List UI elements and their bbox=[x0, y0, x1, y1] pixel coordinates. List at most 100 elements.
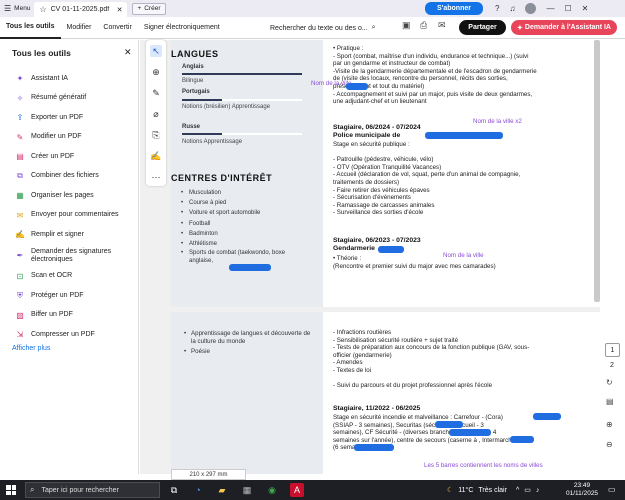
tab-edit[interactable]: Modifier bbox=[61, 17, 98, 39]
interests-heading: CENTRES D'INTÉRÊT bbox=[171, 173, 273, 183]
sidebar-item-combine[interactable]: ⧉ Combiner des fichiers bbox=[14, 167, 136, 187]
document-icon[interactable]: ▤ bbox=[606, 397, 614, 406]
text-line: de (visite des locaux, rencontre du pers… bbox=[333, 75, 508, 83]
maximize-icon[interactable]: ☐ bbox=[564, 4, 571, 13]
text-line: une adjudant-chef et un lieutenant bbox=[333, 98, 427, 106]
chrome-icon[interactable]: ◉ bbox=[265, 483, 279, 497]
language-level: Notions Apprentissage bbox=[182, 139, 243, 145]
text-line: - Sécurisation d'événements bbox=[333, 194, 411, 202]
redaction-bar bbox=[435, 421, 463, 428]
share-button[interactable]: Partager bbox=[459, 20, 506, 35]
weather-widget[interactable]: ☾ 11°C Très clair ^ ▭ ♪ bbox=[447, 480, 539, 500]
protect-icon: ⛨ bbox=[17, 290, 23, 300]
tab-convert[interactable]: Convertir bbox=[97, 17, 137, 39]
search-icon: ⌕ bbox=[30, 485, 35, 494]
ai-icon: ✦ bbox=[16, 74, 24, 84]
sidebar-item-sign[interactable]: ✍ Remplir et signer bbox=[14, 225, 136, 245]
windows-start-icon[interactable] bbox=[6, 485, 16, 495]
show-more-link[interactable]: Afficher plus bbox=[12, 345, 50, 352]
help-icon[interactable]: ? bbox=[495, 4, 499, 13]
zoom-out-icon[interactable]: ⊖ bbox=[606, 440, 613, 449]
subscribe-button[interactable]: S'abonner bbox=[425, 2, 483, 15]
task-view-icon[interactable]: ⧉ bbox=[167, 483, 181, 497]
close-tab-icon[interactable]: ✕ bbox=[117, 6, 123, 14]
document-tab[interactable]: ☆ CV 01-11-2025.pdf ✕ bbox=[34, 2, 128, 17]
sidebar-item-scan[interactable]: ⊡ Scan et OCR bbox=[14, 267, 136, 287]
text-line: - Faire retirer des véhicules épaves bbox=[333, 186, 430, 194]
save-icon[interactable]: ▣ bbox=[402, 20, 411, 31]
sidebar-item-ai[interactable]: ✦ Assistant IA bbox=[14, 69, 136, 89]
sidebar-item-comment[interactable]: ✉ Envoyer pour commentaires bbox=[14, 206, 136, 226]
text-line: • Théorie : bbox=[333, 255, 362, 262]
list-item: Course à pied bbox=[181, 198, 305, 208]
refresh-icon[interactable]: ↻ bbox=[606, 378, 613, 387]
sign-icon: ✍ bbox=[15, 230, 25, 240]
text-line: traitements de dossiers) bbox=[333, 179, 400, 186]
sidebar-item-create[interactable]: ▤ Créer un PDF bbox=[14, 147, 136, 167]
document-search[interactable]: Rechercher du texte ou des o... ⌕ bbox=[270, 17, 376, 39]
sidebar-item-edit[interactable]: ✎ Modifier un PDF bbox=[14, 128, 136, 148]
sidebar-item-label: Protéger un PDF bbox=[31, 291, 84, 299]
language-name: Anglais bbox=[182, 64, 204, 70]
sidebar-item-organize[interactable]: ▦ Organiser les pages bbox=[14, 186, 136, 206]
job-title: Stagiaire, 06/2023 - 07/2023 bbox=[333, 237, 421, 244]
list-item: Voiture et sport automobile bbox=[181, 208, 305, 218]
search-text: Rechercher du texte ou des o... bbox=[270, 24, 368, 32]
chevron-up-icon[interactable]: ^ bbox=[516, 487, 519, 494]
sidebar-item-export[interactable]: ⇪ Exporter un PDF bbox=[14, 108, 136, 128]
sidebar-item-compress[interactable]: ⇲ Compresser un PDF bbox=[14, 325, 136, 345]
select-icon[interactable]: ↖ bbox=[150, 45, 162, 57]
lasso-icon[interactable]: ⌀ bbox=[150, 108, 162, 120]
text-select-icon[interactable]: ⎘ bbox=[150, 129, 162, 141]
tab-esign[interactable]: Signer électroniquement bbox=[138, 17, 226, 39]
list-item: Badminton bbox=[181, 229, 305, 239]
current-page-input[interactable]: 1 bbox=[605, 343, 620, 357]
text-line: - Textes de loi bbox=[333, 367, 372, 374]
document-area[interactable]: LANGUES Anglais Bilingue Portugais Notio… bbox=[140, 40, 614, 474]
taskbar-search[interactable]: ⌕ Taper ici pour rechercher bbox=[25, 482, 160, 498]
minimize-icon[interactable]: — bbox=[546, 4, 554, 13]
signature-icon[interactable]: ✍ bbox=[150, 150, 162, 162]
edge-icon[interactable]: ◔ bbox=[191, 483, 205, 497]
new-tab-button[interactable]: + Créer bbox=[132, 2, 166, 15]
comment-icon: ✉ bbox=[16, 210, 24, 220]
text-line: - Amendes bbox=[333, 359, 363, 367]
notifications-icon[interactable]: ▭ bbox=[608, 485, 616, 494]
ai-assistant-button[interactable]: ✦ Demander à l'Assistant IA bbox=[511, 20, 617, 35]
sidebar-item-label: Scan et OCR bbox=[31, 272, 73, 280]
zoom-in-icon[interactable]: ⊕ bbox=[606, 420, 613, 429]
redaction-bar bbox=[229, 264, 271, 271]
print-icon[interactable]: ⎙ bbox=[420, 20, 427, 31]
clock[interactable]: 23:49 01/11/2025 bbox=[566, 482, 598, 498]
sidebar-item-summary[interactable]: ✧ Résumé génératif bbox=[14, 89, 136, 109]
tab-title: CV 01-11-2025.pdf bbox=[50, 6, 110, 13]
list-item: Apprentissage de langues et découverte d… bbox=[184, 330, 316, 345]
language-level-bar bbox=[182, 133, 302, 135]
store-icon[interactable]: ▦ bbox=[240, 483, 254, 497]
sidebar-item-signature-request[interactable]: ✒ Demander des signatures électroniques bbox=[14, 245, 136, 267]
title-bar: ☰ Menu ☆ CV 01-11-2025.pdf ✕ + Créer S'a… bbox=[0, 0, 625, 17]
mail-icon[interactable]: ✉ bbox=[438, 20, 446, 31]
sidebar-item-protect[interactable]: ⛨ Protéger un PDF bbox=[14, 286, 136, 306]
export-icon: ⇪ bbox=[16, 113, 24, 123]
volume-icon[interactable]: ♪ bbox=[536, 487, 540, 494]
sidebar-item-label: Exporter un PDF bbox=[31, 113, 84, 121]
bell-icon[interactable]: ♫ bbox=[509, 4, 515, 13]
avatar[interactable] bbox=[525, 3, 537, 14]
compress-icon: ⇲ bbox=[16, 330, 24, 340]
hamburger-icon: ☰ bbox=[4, 4, 12, 13]
vertical-scrollbar[interactable] bbox=[594, 40, 600, 302]
signature-request-icon: ✒ bbox=[16, 251, 24, 260]
acrobat-icon[interactable]: A bbox=[290, 483, 304, 497]
tab-all-tools[interactable]: Tous les outils bbox=[0, 17, 61, 39]
file-explorer-icon[interactable]: ▰ bbox=[215, 483, 229, 497]
star-icon[interactable]: ☆ bbox=[39, 5, 46, 14]
menu-button[interactable]: ☰ Menu bbox=[0, 0, 34, 17]
close-window-icon[interactable]: ✕ bbox=[582, 4, 589, 13]
more-icon[interactable]: ⋯ bbox=[150, 171, 162, 183]
pen-icon[interactable]: ✎ bbox=[150, 87, 162, 99]
close-sidebar-icon[interactable]: ✕ bbox=[124, 47, 132, 58]
zoom-icon[interactable]: ⊕ bbox=[150, 66, 162, 78]
network-icon[interactable]: ▭ bbox=[524, 486, 531, 494]
sidebar-item-redact[interactable]: ▨ Biffer un PDF bbox=[14, 306, 136, 326]
